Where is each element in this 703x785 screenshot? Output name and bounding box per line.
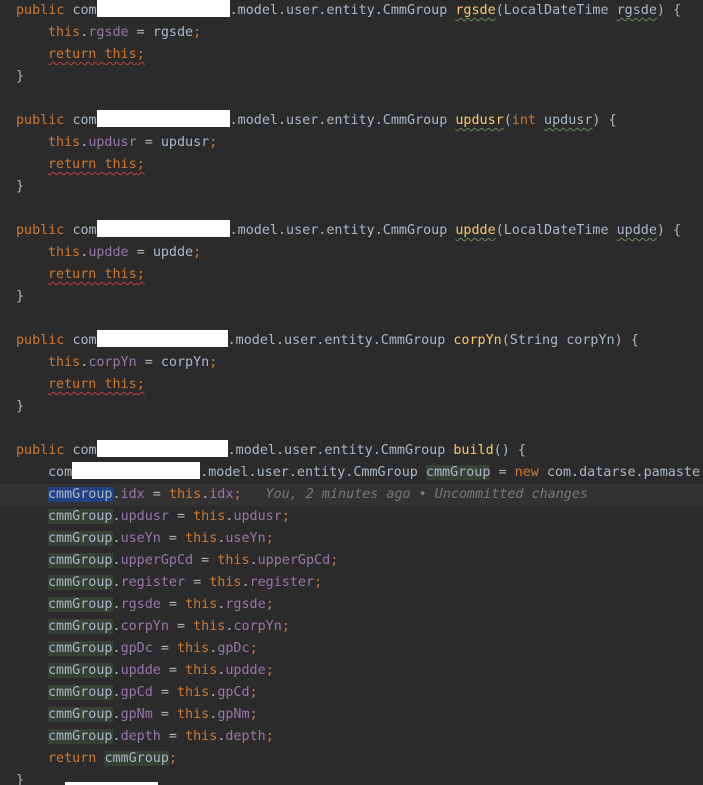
code-line: } — [16, 399, 25, 414]
variable-cmmgroup[interactable]: cmmGroup — [48, 663, 113, 678]
field-gpnm: gpNm — [120, 707, 153, 722]
code-line: public com .model.user.entity.CmmGroup co… — [0, 330, 703, 352]
field-gpdc: gpDc — [120, 641, 153, 656]
code-line: } — [16, 179, 25, 194]
code-line: cmmGroup.upperGpCd = this.upperGpCd; — [48, 553, 339, 568]
code-line: cmmGroup.corpYn = this.corpYn; — [48, 619, 290, 634]
package-prefix: com — [72, 3, 97, 18]
code-line: } — [16, 69, 25, 84]
variable-cmmgroup[interactable]: cmmGroup — [48, 619, 113, 634]
code-line: this.updusr = updusr; — [48, 135, 218, 150]
field-uppergpcd: upperGpCd — [120, 553, 194, 568]
method-name-build[interactable]: build — [453, 443, 493, 458]
redacted-block — [96, 330, 228, 347]
code-line: cmmGroup.useYn = this.useYn; — [48, 531, 274, 546]
code-line: this.corpYn = corpYn; — [48, 355, 218, 370]
field-updde: updde — [120, 663, 161, 678]
code-line: public com .model.user.entity.CmmGroup up… — [0, 220, 703, 242]
method-name-rgsde[interactable]: rgsde — [455, 3, 495, 18]
code-line: cmmGroup.depth = this.depth; — [48, 729, 274, 744]
code-line: cmmGroup.updde = this.updde; — [48, 663, 274, 678]
param-rgsde: rgsde — [616, 3, 657, 18]
code-line: cmmGroup.gpCd = this.gpCd; — [48, 685, 258, 700]
git-blame-annotation: You, 2 minutes ago • Uncommitted changes — [265, 487, 588, 502]
variable-cmmgroup[interactable]: cmmGroup — [48, 641, 113, 656]
redacted-block — [96, 0, 230, 17]
method-name-updusr[interactable]: updusr — [455, 113, 503, 128]
code-line: com .model.user.entity.CmmGroup cmmGroup … — [0, 462, 703, 484]
variable-cmmgroup[interactable]: cmmGroup — [48, 487, 113, 502]
field-register: register — [120, 575, 186, 590]
field-gpcd: gpCd — [120, 685, 153, 700]
variable-cmmgroup[interactable]: cmmGroup — [425, 465, 491, 480]
code-line: cmmGroup.idx = this.idx; You, 2 minutes a… — [0, 484, 703, 506]
method-name-corpyn[interactable]: corpYn — [453, 333, 501, 348]
keyword-public: public — [16, 3, 65, 18]
method-name-updde[interactable]: updde — [455, 223, 495, 238]
code-line: return this; — [48, 47, 145, 62]
redacted-block — [96, 440, 228, 457]
package-suffix: .model.user.entity.CmmGroup — [229, 3, 448, 18]
code-line: cmmGroup.updusr = this.updusr; — [48, 509, 290, 524]
code-line: public com .model.user.entity.CmmGroup rg… — [0, 0, 703, 22]
code-line: this.updde = updde; — [48, 245, 202, 260]
field-corpyn: corpYn — [120, 619, 169, 634]
field-useyn: useYn — [120, 531, 161, 546]
code-line: return this; — [48, 377, 145, 392]
code-line: cmmGroup.gpDc = this.gpDc; — [48, 641, 258, 656]
code-line: cmmGroup.register = this.register; — [48, 575, 323, 590]
code-line: return cmmGroup; — [48, 751, 177, 766]
variable-cmmgroup[interactable]: cmmGroup — [48, 685, 113, 700]
redacted-block — [72, 462, 201, 479]
field-rgsde: rgsde — [120, 597, 161, 612]
code-line: return this; — [48, 157, 145, 172]
field-updusr: updusr — [120, 509, 169, 524]
code-line: } — [16, 289, 25, 304]
variable-cmmgroup[interactable]: cmmGroup — [48, 575, 113, 590]
code-line: return this; — [48, 267, 145, 282]
code-line: public com .model.user.entity.CmmGroup up… — [0, 110, 703, 132]
variable-cmmgroup[interactable]: cmmGroup — [48, 531, 113, 546]
code-line: cmmGroup.rgsde = this.rgsde; — [48, 597, 274, 612]
field-idx: idx — [120, 487, 145, 502]
code-line: } — [0, 770, 703, 785]
variable-cmmgroup[interactable]: cmmGroup — [48, 597, 113, 612]
variable-cmmgroup[interactable]: cmmGroup — [48, 707, 113, 722]
redacted-block — [96, 220, 230, 237]
code-editor[interactable]: public com .model.user.entity.CmmGroup rg… — [0, 0, 703, 785]
code-line: public com .model.user.entity.CmmGroup bu… — [0, 440, 703, 462]
variable-cmmgroup[interactable]: cmmGroup — [48, 729, 113, 744]
code-line: cmmGroup.gpNm = this.gpNm; — [48, 707, 258, 722]
redacted-block — [96, 110, 230, 127]
variable-cmmgroup[interactable]: cmmGroup — [48, 509, 113, 524]
variable-cmmgroup[interactable]: cmmGroup — [48, 553, 113, 568]
code-line: this.rgsde = rgsde; — [48, 25, 202, 40]
field-depth: depth — [120, 729, 161, 744]
